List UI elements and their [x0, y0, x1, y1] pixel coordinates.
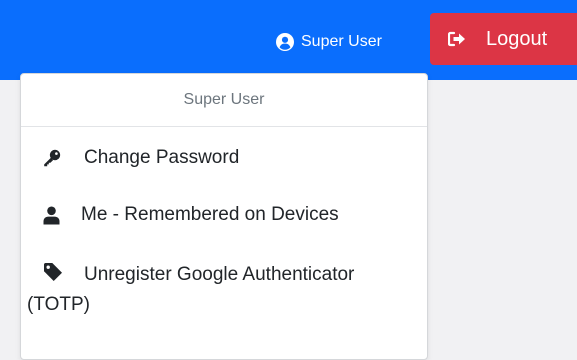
top-navbar: Super User Logout	[0, 0, 577, 80]
logout-button[interactable]: Logout	[430, 13, 577, 65]
sign-out-icon	[448, 31, 466, 47]
user-menu-toggle[interactable]: Super User	[276, 30, 382, 54]
change-password-item[interactable]: Change Password	[21, 144, 427, 174]
unregister-totp-item[interactable]: Unregister Google Authenticator (TOTP)	[21, 258, 427, 318]
remembered-devices-item[interactable]: Me - Remembered on Devices	[21, 201, 427, 231]
user-icon	[43, 206, 60, 225]
remembered-devices-label: Me - Remembered on Devices	[81, 204, 339, 225]
unregister-totp-label: Unregister Google Authenticator (TOTP)	[27, 264, 355, 315]
change-password-label: Change Password	[84, 147, 240, 168]
user-circle-icon	[276, 33, 294, 51]
logout-label: Logout	[486, 27, 548, 50]
user-name-label: Super User	[301, 33, 382, 50]
dropdown-header: Super User	[21, 74, 427, 127]
key-icon	[43, 149, 61, 167]
user-dropdown-menu: Super User Change Password Me - Remember…	[20, 73, 428, 360]
